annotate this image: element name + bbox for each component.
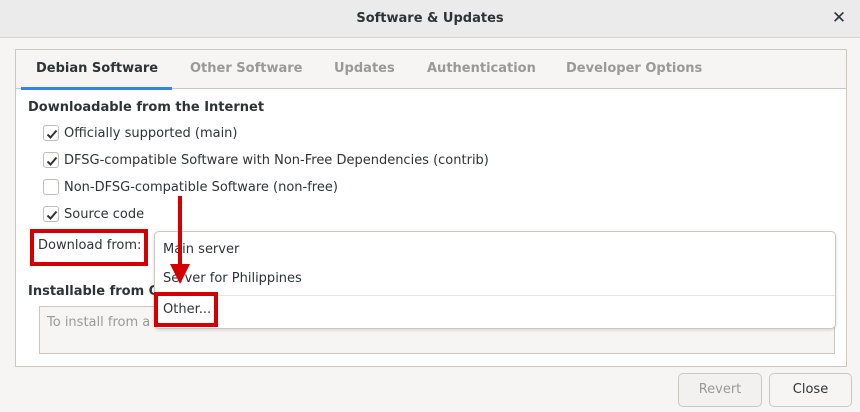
tab-bar: Debian Software Other Software Updates A…: [16, 50, 846, 90]
checkbox-main[interactable]: [43, 125, 59, 141]
downloadable-section-title: Downloadable from the Internet: [28, 100, 265, 115]
option-source-code-label: Source code: [64, 206, 145, 222]
tab-other-software[interactable]: Other Software: [190, 50, 302, 89]
download-from-label: Download from:: [38, 238, 142, 253]
window-title: Software & Updates: [356, 11, 504, 26]
option-contrib-label: DFSG-compatible Software with Non-Free D…: [64, 152, 489, 168]
tab-authentication[interactable]: Authentication: [427, 50, 536, 89]
option-contrib[interactable]: DFSG-compatible Software with Non-Free D…: [43, 150, 489, 170]
option-non-free-label: Non-DFSG-compatible Software (non-free): [64, 179, 338, 195]
option-main-label: Officially supported (main): [64, 125, 238, 141]
tab-updates[interactable]: Updates: [334, 50, 395, 89]
cdrom-list-placeholder: To install from a: [47, 315, 151, 330]
checkmark-icon: [46, 210, 58, 220]
menu-separator: [155, 295, 835, 296]
checkmark-icon: [46, 156, 58, 166]
option-source-code[interactable]: Source code: [43, 204, 144, 224]
installable-section-title: Installable from C: [28, 284, 159, 299]
close-icon[interactable]: ✕: [831, 8, 847, 28]
checkbox-source-code[interactable]: [43, 206, 59, 222]
annotation-arrow-icon: [170, 196, 190, 284]
menu-item-other[interactable]: Other...: [163, 298, 211, 322]
close-button[interactable]: Close: [769, 373, 852, 407]
option-non-free[interactable]: Non-DFSG-compatible Software (non-free): [43, 177, 338, 197]
checkbox-non-free[interactable]: [43, 179, 59, 195]
checkmark-icon: [46, 129, 58, 139]
title-bar: Software & Updates ✕: [0, 0, 860, 38]
revert-button[interactable]: Revert: [678, 373, 762, 407]
tab-debian-software[interactable]: Debian Software: [20, 50, 173, 90]
server-dropdown-menu: Main server Server for Philippines Other…: [154, 231, 836, 329]
option-main[interactable]: Officially supported (main): [43, 123, 238, 143]
checkbox-contrib[interactable]: [43, 152, 59, 168]
tab-developer-options[interactable]: Developer Options: [566, 50, 702, 89]
